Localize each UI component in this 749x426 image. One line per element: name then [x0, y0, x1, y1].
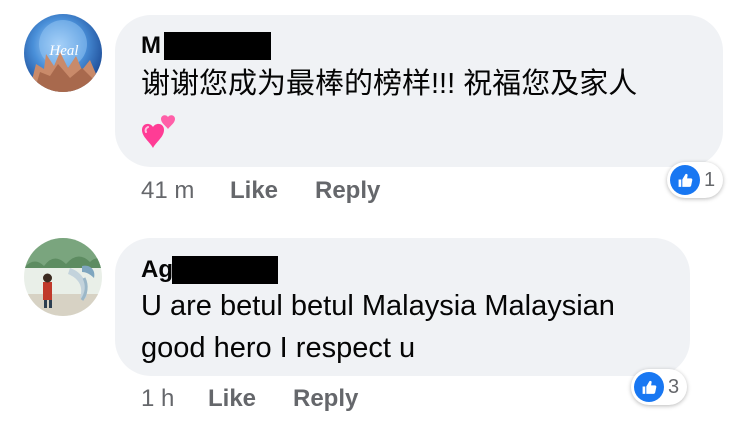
- reaction-summary[interactable]: 3: [631, 369, 688, 405]
- reply-link[interactable]: Reply: [315, 177, 380, 205]
- redaction-bar: [172, 256, 278, 284]
- avatar[interactable]: [24, 238, 102, 316]
- avatar[interactable]: Heal: [24, 14, 102, 92]
- two-hearts-icon: [139, 113, 181, 155]
- reaction-count: 3: [668, 376, 680, 398]
- comment-author[interactable]: Ag: [141, 256, 173, 284]
- comment-text-line-1: U are betul betul Malaysia Malaysian: [141, 290, 615, 322]
- like-link[interactable]: Like: [208, 385, 256, 413]
- like-link[interactable]: Like: [230, 177, 278, 205]
- comment-text-line-2: good hero I respect u: [141, 332, 416, 364]
- garden-avatar-image: [24, 238, 102, 316]
- comment-text: 谢谢您成为最棒的榜样!!! 祝福您及家人: [141, 68, 638, 100]
- reply-link[interactable]: Reply: [293, 385, 358, 413]
- reaction-summary[interactable]: 1: [667, 162, 724, 198]
- thumbs-up-icon: [670, 165, 700, 195]
- heal-avatar-image: Heal: [24, 14, 102, 92]
- comment-time[interactable]: 41 m: [141, 177, 194, 205]
- thumbs-up-icon: [634, 372, 664, 402]
- avatar-label: Heal: [48, 43, 78, 59]
- reaction-count: 1: [704, 169, 716, 191]
- redaction-bar: [164, 32, 271, 60]
- comment-author[interactable]: M: [141, 32, 161, 60]
- comment-time[interactable]: 1 h: [141, 385, 174, 413]
